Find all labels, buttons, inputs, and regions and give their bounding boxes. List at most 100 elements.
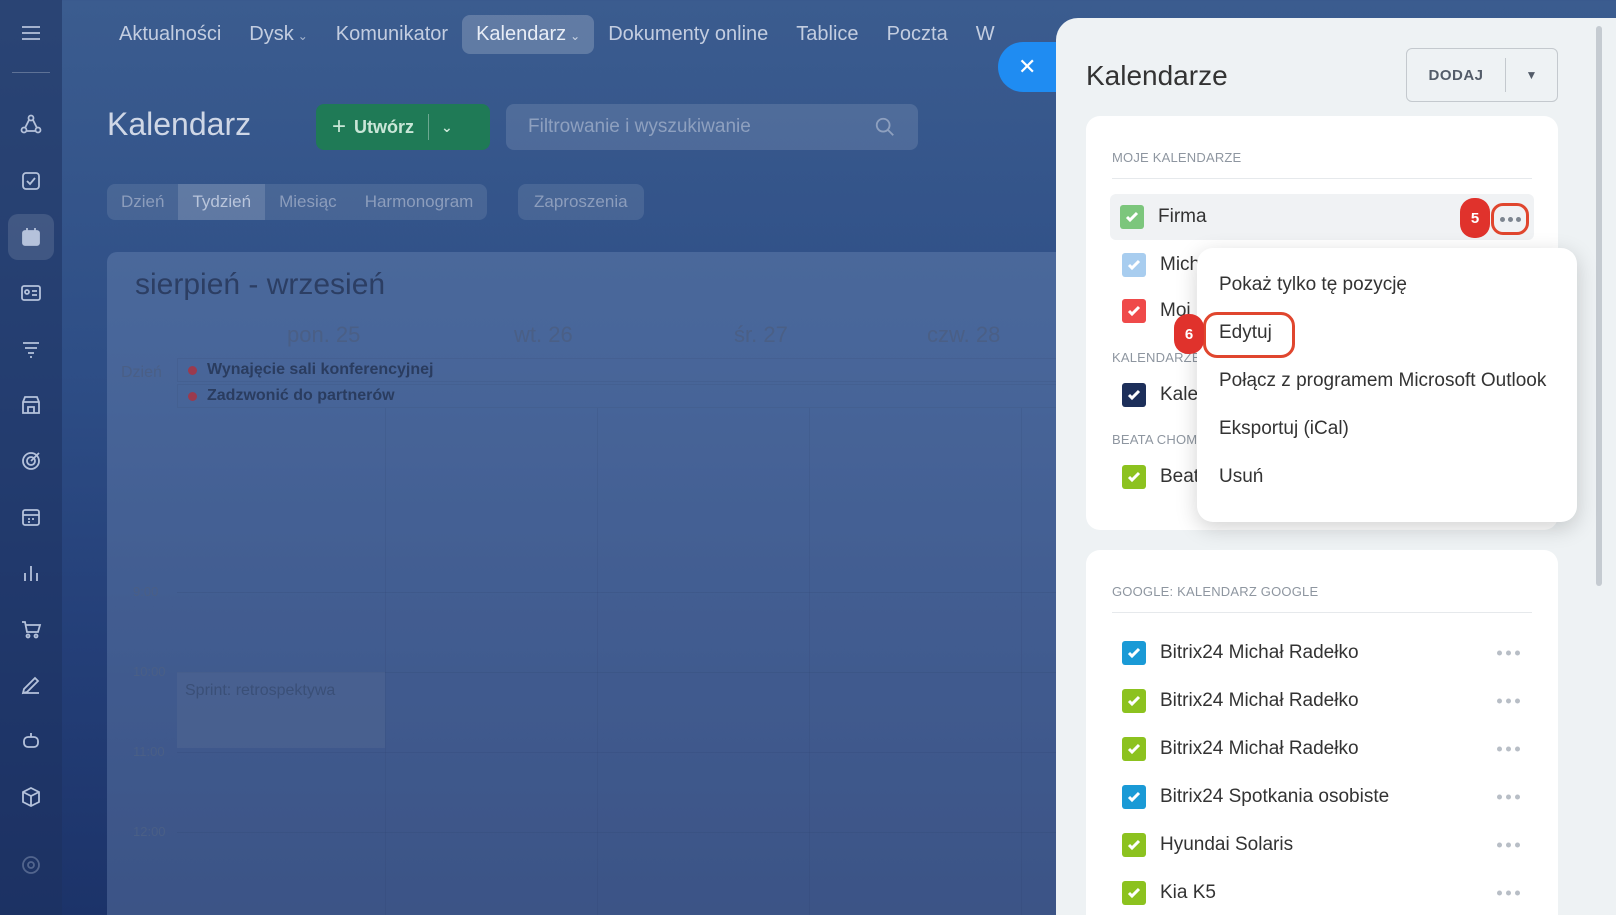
nav-item-online-documents[interactable]: Dokumenty online <box>594 15 782 54</box>
rail-divider <box>12 72 50 73</box>
calendar-checkbox[interactable] <box>1120 205 1144 229</box>
calendar-checkbox[interactable] <box>1122 689 1146 713</box>
allday-event[interactable]: Wynajęcie sali konferencyjnej <box>177 358 1067 382</box>
calendar-item[interactable]: Kia K5 <box>1112 870 1532 915</box>
hour-label: 10:00 <box>133 664 166 679</box>
more-options-icon[interactable] <box>1497 698 1520 704</box>
hour-label: 9:00 <box>133 584 159 599</box>
menu-item-show-only-this[interactable]: Pokaż tylko tę pozycję <box>1219 274 1407 296</box>
check-icon <box>1127 471 1141 483</box>
calendar-checkbox[interactable] <box>1122 785 1146 809</box>
day-header[interactable]: wt. 26 <box>514 322 573 348</box>
calendar-checkbox[interactable] <box>1122 737 1146 761</box>
hamburger-menu-icon[interactable] <box>8 10 54 56</box>
calendar-item-label: Firma <box>1158 206 1207 227</box>
filter-funnel-icon[interactable] <box>8 326 54 372</box>
chevron-down-icon[interactable]: ⌄ <box>441 119 453 136</box>
settings-gear-icon[interactable] <box>8 842 54 888</box>
menu-item-connect-outlook[interactable]: Połącz z programem Microsoft Outlook <box>1219 370 1546 392</box>
cube-icon[interactable] <box>8 774 54 820</box>
section-divider <box>1112 178 1532 179</box>
nav-item-drive[interactable]: Dysk ⌄ <box>235 15 322 54</box>
schedule-icon[interactable] <box>8 494 54 540</box>
step-badge: 5 <box>1460 198 1490 238</box>
calendar-event[interactable]: Sprint: retrospektywa <box>177 672 385 748</box>
caret-down-icon[interactable]: ▼ <box>1506 68 1557 82</box>
scrollbar-thumb[interactable] <box>1596 26 1602 586</box>
search-input[interactable]: Filtrowanie i wyszukiwanie <box>506 104 918 150</box>
close-icon: ✕ <box>1018 54 1037 79</box>
sign-pen-icon[interactable] <box>8 662 54 708</box>
calendar-range-title: sierpień - wrzesień <box>135 268 386 301</box>
calendar-checkbox[interactable] <box>1122 833 1146 857</box>
calendar-checkbox[interactable] <box>1122 881 1146 905</box>
check-icon <box>1127 887 1141 899</box>
calendar-checkbox[interactable] <box>1122 641 1146 665</box>
more-options-icon[interactable] <box>1497 890 1520 896</box>
day-header[interactable]: śr. 27 <box>734 322 788 348</box>
calendar-checkbox[interactable] <box>1122 299 1146 323</box>
panel-title: Kalendarze <box>1086 60 1228 91</box>
hour-line <box>177 752 1067 753</box>
tab-invitations[interactable]: Zaproszenia <box>518 184 644 220</box>
nav-item-messenger[interactable]: Komunikator <box>322 15 462 54</box>
create-button[interactable]: + Utwórz ⌄ <box>316 104 490 150</box>
calendar-checkbox[interactable] <box>1122 465 1146 489</box>
add-calendar-button[interactable]: DODAJ ▼ <box>1406 48 1558 102</box>
nav-item-boards[interactable]: Tablice <box>782 15 872 54</box>
menu-item-export-ical[interactable]: Eksportuj (iCal) <box>1219 418 1349 440</box>
search-icon[interactable] <box>874 116 896 138</box>
chevron-down-icon: ⌄ <box>570 28 581 43</box>
nav-item-truncated[interactable]: W <box>962 15 1009 54</box>
nav-item-news[interactable]: Aktualności <box>105 15 235 54</box>
calendar-item-label: Hyundai Solaris <box>1160 834 1294 855</box>
store-icon[interactable] <box>8 382 54 428</box>
tab-schedule[interactable]: Harmonogram <box>350 184 488 220</box>
calendar-checkbox[interactable] <box>1122 253 1146 277</box>
check-icon <box>1127 839 1141 851</box>
firma-more-options-button[interactable] <box>1491 203 1529 235</box>
close-panel-button[interactable]: ✕ <box>998 42 1060 92</box>
tasks-icon[interactable] <box>8 158 54 204</box>
event-title: Zadzwonić do partnerów <box>207 387 395 404</box>
grid-column-line <box>1021 408 1022 915</box>
day-header[interactable]: czw. 28 <box>927 322 1000 348</box>
hour-label: 12:00 <box>133 824 166 839</box>
check-icon <box>1127 647 1141 659</box>
create-button-label: Utwórz <box>354 116 415 137</box>
menu-item-delete[interactable]: Usuń <box>1219 466 1263 488</box>
step-badge: 6 <box>1174 314 1204 354</box>
more-options-icon[interactable] <box>1497 794 1520 800</box>
more-options-icon[interactable] <box>1497 746 1520 752</box>
tab-week[interactable]: Tydzień <box>178 184 266 220</box>
calendar-item-label: Bitrix24 Michał Radełko <box>1160 690 1359 711</box>
calendar-item[interactable]: Bitrix24 Spotkania osobiste <box>1112 774 1532 820</box>
section-title: GOOGLE: KALENDARZ GOOGLE <box>1112 584 1319 599</box>
more-options-icon[interactable] <box>1497 650 1520 656</box>
target-icon[interactable] <box>8 438 54 484</box>
more-options-icon[interactable] <box>1497 842 1520 848</box>
calendar-context-menu: Pokaż tylko tę pozycję Edytuj Połącz z p… <box>1197 248 1577 522</box>
calendar-item[interactable]: Bitrix24 Michał Radełko <box>1112 678 1532 724</box>
view-tabs: Dzień Tydzień Miesiąc Harmonogram <box>107 184 488 220</box>
contacts-card-icon[interactable] <box>8 270 54 316</box>
calendar-item-label: Bitrix24 Michał Radełko <box>1160 642 1359 663</box>
day-header[interactable]: pon. 25 <box>287 322 360 348</box>
shopping-cart-icon[interactable] <box>8 606 54 652</box>
nav-item-calendar[interactable]: Kalendarz ⌄ <box>462 14 595 54</box>
allday-event[interactable]: Zadzwonić do partnerów <box>177 384 1067 408</box>
calendar-item[interactable]: Hyundai Solaris <box>1112 822 1532 868</box>
calendar-item[interactable]: Bitrix24 Michał Radełko <box>1112 630 1532 676</box>
calendar-item-label: Kia K5 <box>1160 882 1216 903</box>
check-icon <box>1127 389 1141 401</box>
feed-icon[interactable] <box>8 102 54 148</box>
nav-item-mail[interactable]: Poczta <box>873 15 962 54</box>
analytics-bars-icon[interactable] <box>8 550 54 596</box>
robot-icon[interactable] <box>8 718 54 764</box>
hour-line <box>177 832 1067 833</box>
calendar-checkbox[interactable] <box>1122 383 1146 407</box>
calendar-icon[interactable] <box>8 214 54 260</box>
calendar-item[interactable]: Bitrix24 Michał Radełko <box>1112 726 1532 772</box>
tab-day[interactable]: Dzień <box>107 184 179 220</box>
tab-month[interactable]: Miesiąc <box>265 184 351 220</box>
